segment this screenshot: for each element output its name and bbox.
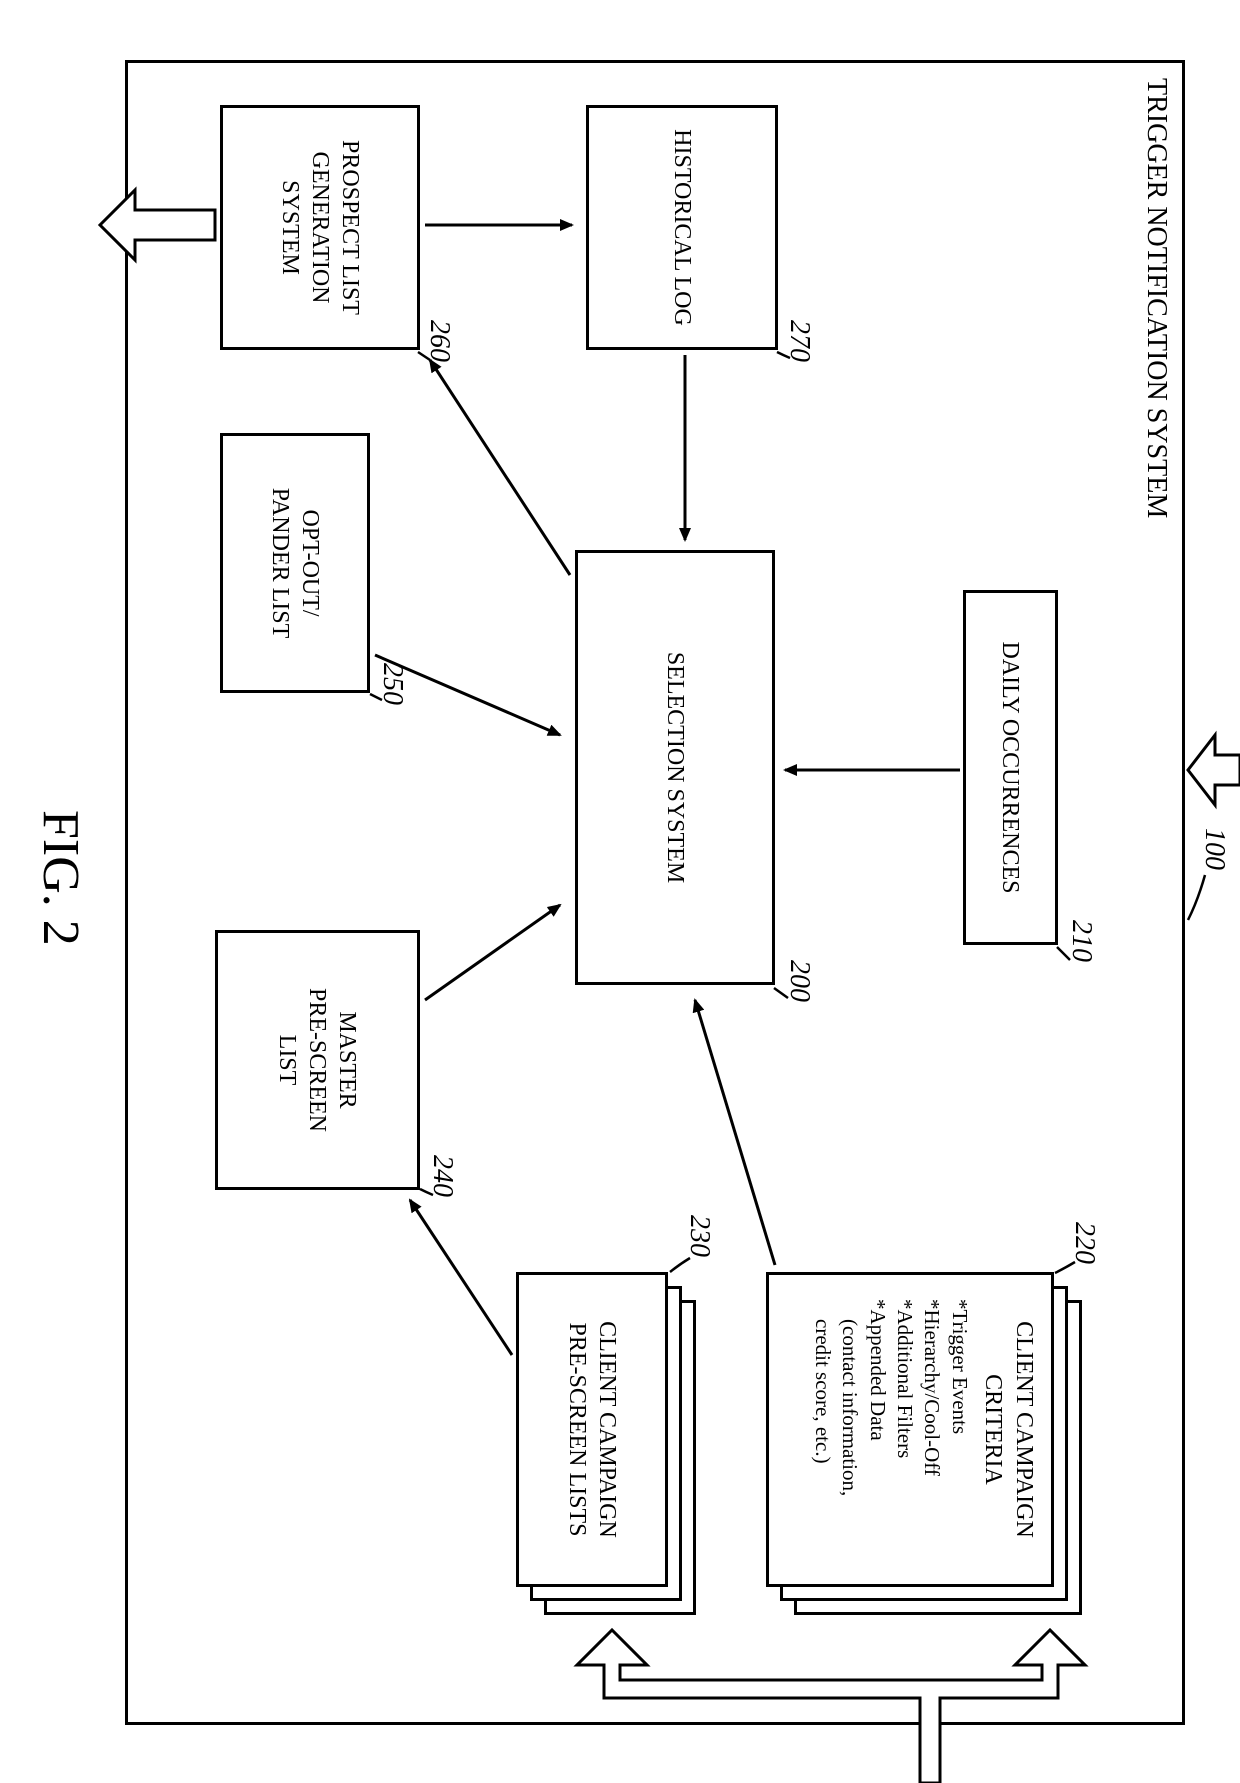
- ref-260: 260: [423, 320, 455, 362]
- box-daily: DAILY OCCURRENCES: [963, 590, 1058, 945]
- label-historical: HISTORICAL LOG: [667, 129, 697, 326]
- box-optout: OPT-OUT/ PANDER LIST: [220, 433, 370, 693]
- criteria-item-1: *Hierarchy/Cool-Off: [918, 1299, 945, 1570]
- figure-label: FIG. 2: [31, 810, 90, 946]
- criteria-item-3: *Appended Data: [863, 1299, 890, 1570]
- ref-100: 100: [1198, 828, 1230, 870]
- label-prescreen: CLIENT CAMPAIGN PRE-SCREEN LISTS: [562, 1321, 622, 1538]
- ref-200: 200: [783, 960, 815, 1002]
- ref-250: 250: [376, 663, 408, 705]
- criteria-item-2: *Additional Filters: [891, 1299, 918, 1570]
- box-prescreen: CLIENT CAMPAIGN PRE-SCREEN LISTS: [516, 1272, 668, 1587]
- criteria-list: *Trigger Events *Hierarchy/Cool-Off *Add…: [809, 1299, 973, 1570]
- box-prospect: PROSPECT LIST GENERATION SYSTEM: [220, 105, 420, 350]
- label-master: MASTER PRE-SCREEN LIST: [273, 988, 363, 1132]
- box-selection: SELECTION SYSTEM: [575, 550, 775, 985]
- ref-230: 230: [683, 1215, 715, 1257]
- label-daily: DAILY OCCURRENCES: [996, 641, 1026, 893]
- label-selection: SELECTION SYSTEM: [660, 652, 690, 883]
- system-title: TRIGGER NOTIFICATION SYSTEM: [1140, 78, 1172, 518]
- box-criteria: CLIENT CAMPAIGN CRITERIA *Trigger Events…: [766, 1272, 1054, 1587]
- criteria-sub: (contact information, credit score, etc.…: [809, 1319, 864, 1570]
- box-master: MASTER PRE-SCREEN LIST: [215, 930, 420, 1190]
- ref-240: 240: [426, 1155, 458, 1197]
- label-prospect: PROSPECT LIST GENERATION SYSTEM: [275, 140, 365, 315]
- label-optout: OPT-OUT/ PANDER LIST: [265, 488, 325, 638]
- ref-220: 220: [1068, 1222, 1100, 1264]
- ref-270: 270: [783, 320, 815, 362]
- ref-210: 210: [1065, 920, 1097, 962]
- criteria-item-0: *Trigger Events: [945, 1299, 972, 1570]
- criteria-title: CLIENT CAMPAIGN CRITERIA: [977, 1289, 1039, 1570]
- box-historical: HISTORICAL LOG: [586, 105, 778, 350]
